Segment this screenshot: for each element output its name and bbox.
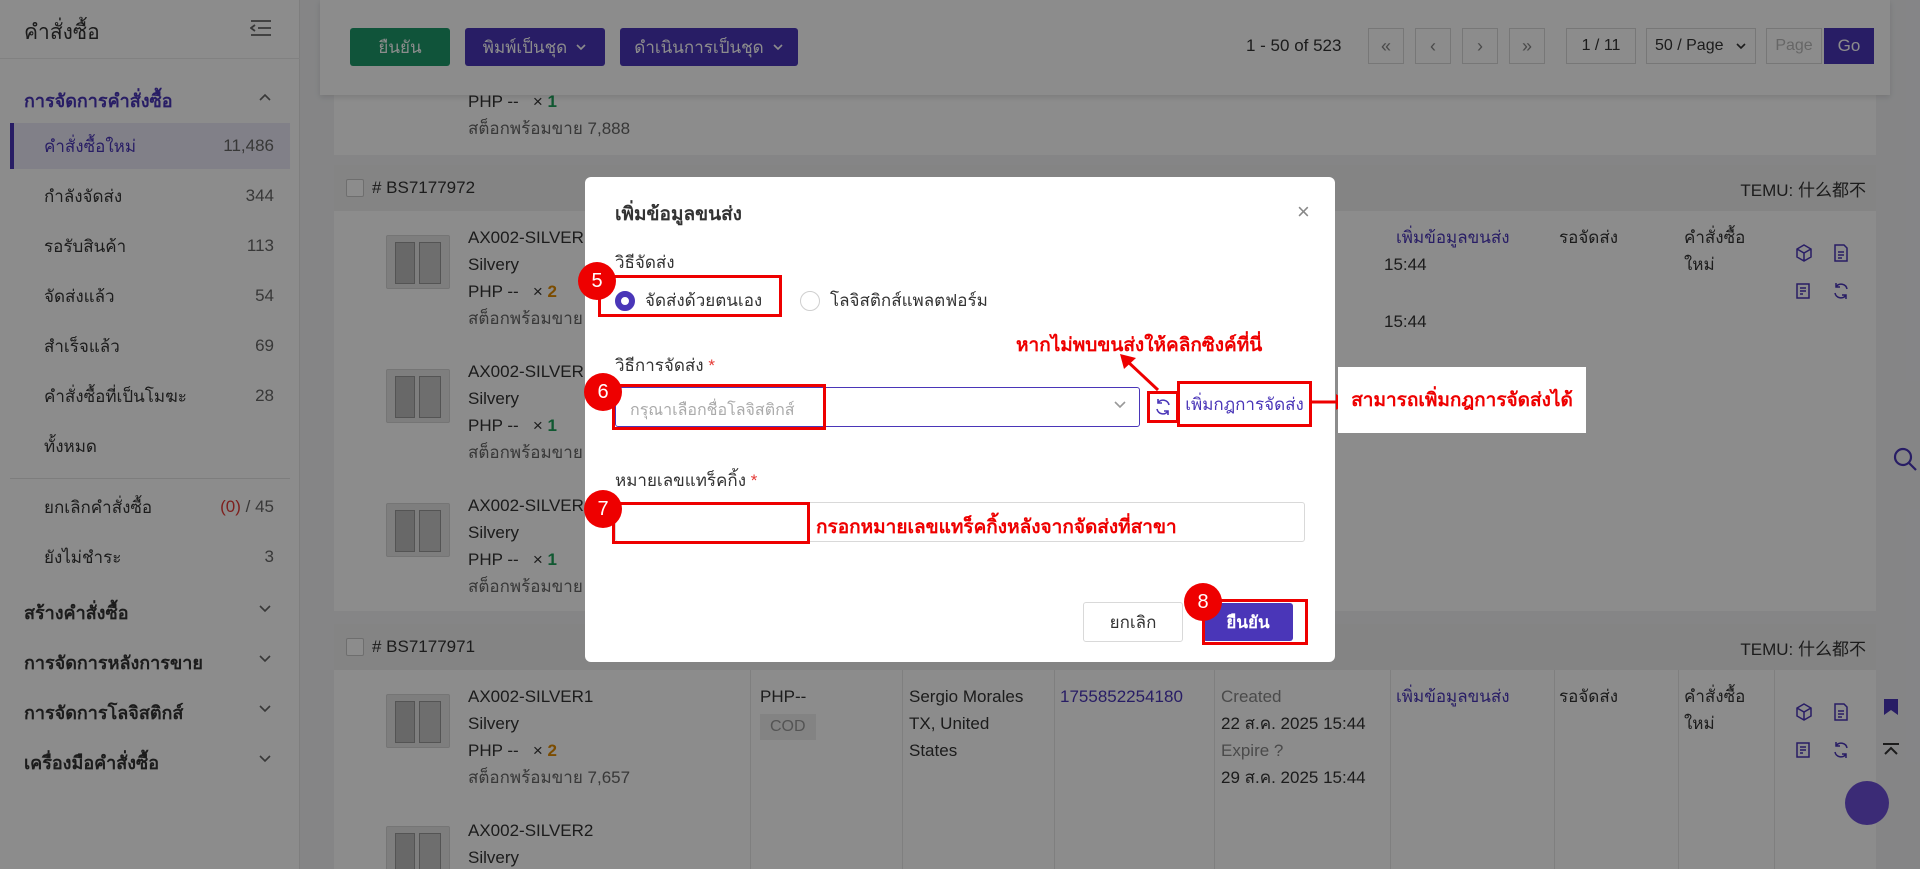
radio-unchecked-icon <box>800 290 820 311</box>
close-icon[interactable]: × <box>1297 199 1310 225</box>
chevron-down-icon <box>1114 401 1126 409</box>
delivery-method-label: วิธีการจัดส่ง * <box>615 356 715 375</box>
annotation-box-self-delivery <box>598 275 782 317</box>
step-badge-8: 8 <box>1184 583 1222 621</box>
add-shipping-rule-link[interactable]: เพิ่มกฎการจัดส่ง <box>1177 381 1312 427</box>
dialog-title: เพิ่มข้อมูลขนส่ง <box>615 204 742 225</box>
sync-icon <box>1156 399 1170 415</box>
annotation-rule-hint: สามารถเพิ่มกฎการจัดส่งได้ <box>1338 367 1586 433</box>
radio-platform-logistics[interactable]: โลจิสติกส์แพลตฟอร์ม <box>800 287 988 314</box>
cancel-button[interactable]: ยกเลิก <box>1083 602 1183 642</box>
step-badge-7: 7 <box>584 490 622 528</box>
step-badge-6: 6 <box>584 373 622 411</box>
annotation-box-logistics <box>612 384 826 430</box>
tracking-number-label: หมายเลขแทร็คกิ้ง * <box>615 471 758 490</box>
annotation-arrow-icon <box>1120 354 1160 392</box>
annotation-tracking-hint: กรอกหมายเลขแทร็คกิ้งหลังจากจัดส่งที่สาขา <box>816 516 1177 538</box>
annotation-box-tracking <box>612 502 810 544</box>
step-badge-5: 5 <box>578 262 616 300</box>
shipping-method-label: วิธีจัดส่ง <box>615 253 675 272</box>
sync-logistics-button[interactable] <box>1147 391 1179 423</box>
